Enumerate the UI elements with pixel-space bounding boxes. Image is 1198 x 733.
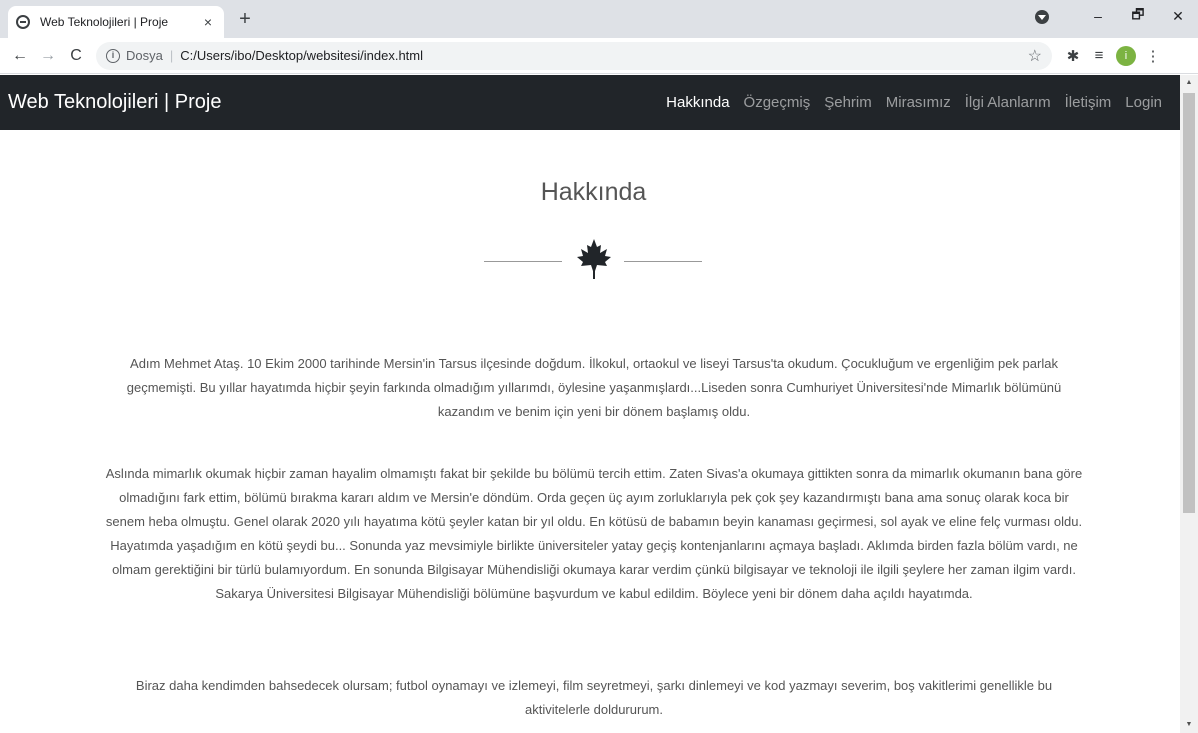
close-window-button[interactable]: ✕ [1158, 8, 1198, 25]
site-nav-links: Hakkında Özgeçmiş Şehrim Mirasımız İlgi … [652, 94, 1162, 111]
browser-tab[interactable]: Web Teknolojileri | Proje × [8, 6, 224, 38]
window-controls: – 🗗 ✕ [1078, 0, 1198, 32]
scroll-up-arrow[interactable]: ▲ [1180, 75, 1198, 91]
forward-button[interactable]: → [34, 47, 62, 65]
about-paragraph-1: Adım Mehmet Ataş. 10 Ekim 2000 tarihinde… [126, 356, 1062, 419]
star-icon[interactable]: ☆ [1028, 46, 1042, 66]
address-bar[interactable]: i Dosya | C:/Users/ibo/Desktop/websitesi… [96, 41, 1052, 70]
site-navbar: Web Teknolojileri | Proje Hakkında Özgeç… [0, 75, 1180, 130]
nav-ilgi-alanlarim[interactable]: İlgi Alanlarım [965, 94, 1051, 111]
nav-ozgecmis[interactable]: Özgeçmiş [744, 94, 811, 111]
nav-iletisim[interactable]: İletişim [1065, 94, 1112, 111]
profile-avatar[interactable]: i [1116, 45, 1136, 66]
menu-icon[interactable]: ⋮ [1140, 47, 1166, 65]
tab-search-icon[interactable] [1035, 10, 1049, 24]
nav-mirasimiz[interactable]: Mirasımız [886, 94, 951, 111]
browser-toolbar: ← → C i Dosya | C:/Users/ibo/Desktop/web… [0, 38, 1198, 74]
restore-button[interactable]: 🗗 [1118, 4, 1158, 28]
tab-title: Web Teknolojileri | Proje [40, 15, 169, 29]
nav-hakkinda[interactable]: Hakkında [666, 94, 729, 111]
close-tab-icon[interactable]: × [200, 14, 216, 30]
back-button[interactable]: ← [6, 47, 34, 65]
reading-list-icon[interactable]: ≡ [1086, 47, 1112, 64]
section-divider [484, 237, 704, 281]
info-icon[interactable]: i [106, 48, 120, 63]
about-paragraph-3: Biraz daha kendimden bahsedecek olursam;… [135, 678, 1053, 717]
divider-line-left [484, 261, 562, 262]
scroll-thumb[interactable] [1183, 93, 1195, 513]
nav-sehrim[interactable]: Şehrim [824, 94, 872, 111]
new-tab-button[interactable]: + [234, 8, 256, 30]
address-scheme: Dosya [126, 48, 163, 63]
nav-login[interactable]: Login [1125, 94, 1162, 111]
address-path: C:/Users/ibo/Desktop/websitesi/index.htm… [180, 48, 424, 63]
globe-icon [16, 15, 30, 29]
extensions-icon[interactable]: ✱ [1060, 47, 1086, 65]
site-brand[interactable]: Web Teknolojileri | Proje [8, 91, 221, 114]
divider-line-right [624, 261, 702, 262]
reload-button[interactable]: C [62, 47, 90, 65]
page-scrollbar[interactable]: ▲ ▼ [1180, 75, 1198, 733]
page-viewport: Web Teknolojileri | Proje Hakkında Özgeç… [0, 75, 1180, 733]
address-separator: | [169, 48, 174, 63]
section-title: Hakkında [540, 178, 647, 206]
toolbar-actions: ✱ ≡ i ⋮ [1060, 45, 1166, 66]
browser-tab-strip: Web Teknolojileri | Proje × + – 🗗 ✕ [0, 0, 1198, 38]
about-paragraph-2: Aslında mimarlık okumak hiçbir zaman hay… [105, 466, 1083, 601]
scroll-down-arrow[interactable]: ▼ [1180, 717, 1198, 733]
maple-leaf-icon [577, 239, 611, 279]
minimize-button[interactable]: – [1078, 8, 1118, 24]
